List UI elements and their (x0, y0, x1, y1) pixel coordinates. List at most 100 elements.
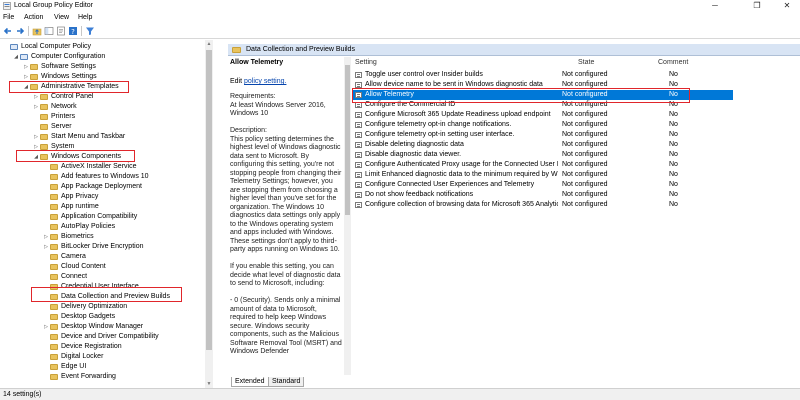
tree-item[interactable]: ▷ Control Panel (0, 92, 205, 102)
expand-toggle-icon[interactable]: ◢ (13, 52, 19, 62)
tree-item[interactable]: ▷ Desktop Window Manager (0, 322, 205, 332)
expand-toggle-icon[interactable] (43, 162, 49, 172)
tree-item[interactable]: ▷ Start Menu and Taskbar (0, 132, 205, 142)
expand-toggle-icon[interactable]: ▷ (43, 232, 49, 242)
expand-toggle-icon[interactable] (43, 332, 49, 342)
table-row[interactable]: Do not show feedback notifications Not co… (352, 190, 733, 200)
expand-toggle-icon[interactable] (43, 372, 49, 382)
tree-scroll-thumb[interactable] (206, 50, 212, 350)
tree-item[interactable]: ▷ Biometrics (0, 232, 205, 242)
tree-item[interactable]: Local Computer Policy (0, 42, 205, 52)
table-row[interactable]: Configure telemetry opt-in change notifi… (352, 120, 733, 130)
tree-item[interactable]: Cloud Content (0, 262, 205, 272)
tree-item[interactable]: ◢ Computer Configuration (0, 52, 205, 62)
scroll-down-icon[interactable]: ▼ (205, 380, 213, 388)
properties-icon[interactable] (56, 26, 66, 36)
back-icon[interactable] (3, 26, 13, 36)
table-row[interactable]: Limit Enhanced diagnostic data to the mi… (352, 170, 733, 180)
expand-toggle-icon[interactable] (43, 342, 49, 352)
policy-setting-icon (355, 122, 362, 128)
tree-item[interactable]: Server (0, 122, 205, 132)
menu-file[interactable]: File (3, 13, 14, 22)
expand-toggle-icon[interactable] (43, 192, 49, 202)
tree-item[interactable]: App Package Deployment (0, 182, 205, 192)
expand-toggle-icon[interactable]: ▷ (43, 242, 49, 252)
expand-toggle-icon[interactable] (43, 352, 49, 362)
expand-toggle-icon[interactable] (43, 252, 49, 262)
expand-toggle-icon[interactable] (43, 262, 49, 272)
expand-toggle-icon[interactable] (43, 272, 49, 282)
menu-action[interactable]: Action (24, 13, 43, 22)
tree-item[interactable]: App runtime (0, 202, 205, 212)
menu-help[interactable]: Help (78, 13, 92, 22)
tree-item[interactable]: Desktop Gadgets (0, 312, 205, 322)
column-setting[interactable]: Setting (355, 57, 377, 68)
description-scroll-thumb[interactable] (345, 65, 350, 215)
expand-toggle-icon[interactable]: ▷ (33, 92, 39, 102)
expand-toggle-icon[interactable] (43, 172, 49, 182)
computer-policy-icon (10, 44, 18, 50)
folder-icon (50, 364, 58, 370)
description-scrollbar[interactable] (344, 57, 351, 375)
expand-toggle-icon[interactable] (43, 302, 49, 312)
tree-scrollbar[interactable]: ▲ ▼ (205, 40, 213, 388)
filter-icon[interactable] (85, 26, 95, 36)
setting-name: Toggle user control over Insider builds (365, 71, 483, 78)
maximize-button[interactable]: ❐ (740, 0, 774, 12)
tree-item[interactable]: Delivery Optimization (0, 302, 205, 312)
expand-toggle-icon[interactable] (43, 202, 49, 212)
column-state[interactable]: State (578, 57, 594, 68)
setting-name: Configure Authenticated Proxy usage for … (365, 161, 558, 168)
table-row[interactable]: Configure Connected User Experiences and… (352, 180, 733, 190)
tree-item[interactable]: Device Registration (0, 342, 205, 352)
expand-toggle-icon[interactable]: ▷ (43, 322, 49, 332)
help-icon[interactable]: ? (68, 26, 78, 36)
column-comment[interactable]: Comment (658, 57, 688, 68)
expand-toggle-icon[interactable] (43, 312, 49, 322)
edit-policy-link[interactable]: policy setting. (244, 78, 286, 85)
table-row[interactable]: Configure Authenticated Proxy usage for … (352, 160, 733, 170)
tree-item-label: Digital Locker (61, 353, 104, 360)
table-row[interactable]: Configure collection of browsing data fo… (352, 200, 733, 210)
tree-item[interactable]: Digital Locker (0, 352, 205, 362)
tree-item[interactable]: ▷ Software Settings (0, 62, 205, 72)
expand-toggle-icon[interactable] (43, 182, 49, 192)
tree-item[interactable]: Camera (0, 252, 205, 262)
expand-toggle-icon[interactable] (33, 122, 39, 132)
expand-toggle-icon[interactable] (43, 212, 49, 222)
table-row[interactable]: Toggle user control over Insider builds N… (352, 70, 733, 80)
tree-item[interactable]: ActiveX Installer Service (0, 162, 205, 172)
tab-extended[interactable]: Extended (231, 377, 269, 387)
tree-item[interactable]: Event Forwarding (0, 372, 205, 382)
tab-standard[interactable]: Standard (268, 377, 305, 387)
tree-item[interactable]: AutoPlay Policies (0, 222, 205, 232)
scroll-up-icon[interactable]: ▲ (205, 40, 213, 48)
tree-item[interactable]: App Privacy (0, 192, 205, 202)
forward-icon[interactable] (15, 26, 25, 36)
tree-item[interactable]: Printers (0, 112, 205, 122)
folder-icon (50, 164, 58, 170)
table-row[interactable]: Disable deleting diagnostic data Not conf… (352, 140, 733, 150)
table-row[interactable]: Configure telemetry opt-in setting user … (352, 130, 733, 140)
table-row[interactable]: Disable diagnostic data viewer. Not confi… (352, 150, 733, 160)
tree-item[interactable]: ▷ BitLocker Drive Encryption (0, 242, 205, 252)
tree-item[interactable]: Application Compatibility (0, 212, 205, 222)
menu-view[interactable]: View (54, 13, 69, 22)
folder-up-icon[interactable] (32, 26, 42, 36)
tree-item[interactable]: Connect (0, 272, 205, 282)
expand-toggle-icon[interactable] (43, 362, 49, 372)
close-button[interactable]: ✕ (770, 0, 800, 12)
tree-item[interactable]: Add features to Windows 10 (0, 172, 205, 182)
expand-toggle-icon[interactable]: ▷ (33, 102, 39, 112)
tree-item[interactable]: Device and Driver Compatibility (0, 332, 205, 342)
tree-item[interactable]: ▷ Network (0, 102, 205, 112)
expand-toggle-icon[interactable]: ▷ (33, 132, 39, 142)
minimize-button[interactable]: ─ (698, 0, 732, 12)
expand-toggle-icon[interactable] (43, 222, 49, 232)
expand-toggle-icon[interactable] (3, 42, 9, 52)
tree-item[interactable]: Edge UI (0, 362, 205, 372)
table-row[interactable]: Configure Microsoft 365 Update Readiness… (352, 110, 733, 120)
show-hide-tree-icon[interactable] (44, 26, 54, 36)
expand-toggle-icon[interactable]: ▷ (23, 62, 29, 72)
expand-toggle-icon[interactable] (33, 112, 39, 122)
